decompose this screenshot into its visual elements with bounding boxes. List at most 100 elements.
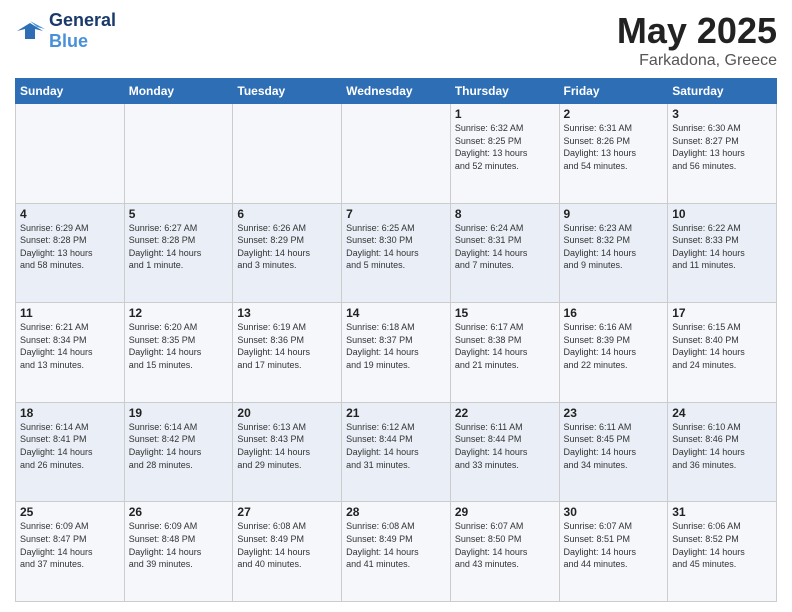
day-info-19: Sunrise: 6:14 AM Sunset: 8:42 PM Dayligh… (129, 421, 229, 471)
month-title: May 2025 (617, 10, 777, 52)
cell-w4-d5: 23Sunrise: 6:11 AM Sunset: 8:45 PM Dayli… (559, 402, 668, 502)
cell-w5-d2: 27Sunrise: 6:08 AM Sunset: 8:49 PM Dayli… (233, 502, 342, 602)
cell-w3-d1: 12Sunrise: 6:20 AM Sunset: 8:35 PM Dayli… (124, 303, 233, 403)
cell-w4-d3: 21Sunrise: 6:12 AM Sunset: 8:44 PM Dayli… (342, 402, 451, 502)
cell-w3-d3: 14Sunrise: 6:18 AM Sunset: 8:37 PM Dayli… (342, 303, 451, 403)
day-info-12: Sunrise: 6:20 AM Sunset: 8:35 PM Dayligh… (129, 321, 229, 371)
day-info-24: Sunrise: 6:10 AM Sunset: 8:46 PM Dayligh… (672, 421, 772, 471)
day-number-12: 12 (129, 306, 229, 320)
cell-w3-d0: 11Sunrise: 6:21 AM Sunset: 8:34 PM Dayli… (16, 303, 125, 403)
cell-w1-d1 (124, 104, 233, 204)
col-sunday: Sunday (16, 79, 125, 104)
col-friday: Friday (559, 79, 668, 104)
day-number-25: 25 (20, 505, 120, 519)
col-monday: Monday (124, 79, 233, 104)
cell-w2-d4: 8Sunrise: 6:24 AM Sunset: 8:31 PM Daylig… (450, 203, 559, 303)
day-info-29: Sunrise: 6:07 AM Sunset: 8:50 PM Dayligh… (455, 520, 555, 570)
day-info-17: Sunrise: 6:15 AM Sunset: 8:40 PM Dayligh… (672, 321, 772, 371)
day-number-11: 11 (20, 306, 120, 320)
day-info-13: Sunrise: 6:19 AM Sunset: 8:36 PM Dayligh… (237, 321, 337, 371)
day-number-23: 23 (564, 406, 664, 420)
day-number-19: 19 (129, 406, 229, 420)
cell-w5-d0: 25Sunrise: 6:09 AM Sunset: 8:47 PM Dayli… (16, 502, 125, 602)
day-number-4: 4 (20, 207, 120, 221)
logo-bird-icon (15, 19, 45, 43)
logo-general: General (49, 10, 116, 31)
page: General Blue May 2025 Farkadona, Greece … (0, 0, 792, 612)
cell-w2-d0: 4Sunrise: 6:29 AM Sunset: 8:28 PM Daylig… (16, 203, 125, 303)
cell-w3-d6: 17Sunrise: 6:15 AM Sunset: 8:40 PM Dayli… (668, 303, 777, 403)
calendar-body: 1Sunrise: 6:32 AM Sunset: 8:25 PM Daylig… (16, 104, 777, 602)
day-number-27: 27 (237, 505, 337, 519)
week-row-4: 18Sunrise: 6:14 AM Sunset: 8:41 PM Dayli… (16, 402, 777, 502)
day-number-18: 18 (20, 406, 120, 420)
day-number-31: 31 (672, 505, 772, 519)
cell-w5-d1: 26Sunrise: 6:09 AM Sunset: 8:48 PM Dayli… (124, 502, 233, 602)
day-info-5: Sunrise: 6:27 AM Sunset: 8:28 PM Dayligh… (129, 222, 229, 272)
day-info-28: Sunrise: 6:08 AM Sunset: 8:49 PM Dayligh… (346, 520, 446, 570)
logo-blue: Blue (49, 31, 116, 52)
day-number-13: 13 (237, 306, 337, 320)
weekday-header-row: Sunday Monday Tuesday Wednesday Thursday… (16, 79, 777, 104)
day-info-21: Sunrise: 6:12 AM Sunset: 8:44 PM Dayligh… (346, 421, 446, 471)
cell-w4-d4: 22Sunrise: 6:11 AM Sunset: 8:44 PM Dayli… (450, 402, 559, 502)
week-row-5: 25Sunrise: 6:09 AM Sunset: 8:47 PM Dayli… (16, 502, 777, 602)
cell-w2-d6: 10Sunrise: 6:22 AM Sunset: 8:33 PM Dayli… (668, 203, 777, 303)
cell-w2-d2: 6Sunrise: 6:26 AM Sunset: 8:29 PM Daylig… (233, 203, 342, 303)
cell-w3-d4: 15Sunrise: 6:17 AM Sunset: 8:38 PM Dayli… (450, 303, 559, 403)
col-wednesday: Wednesday (342, 79, 451, 104)
day-number-7: 7 (346, 207, 446, 221)
week-row-1: 1Sunrise: 6:32 AM Sunset: 8:25 PM Daylig… (16, 104, 777, 204)
day-number-15: 15 (455, 306, 555, 320)
title-block: May 2025 Farkadona, Greece (617, 10, 777, 70)
calendar: Sunday Monday Tuesday Wednesday Thursday… (15, 78, 777, 602)
day-info-3: Sunrise: 6:30 AM Sunset: 8:27 PM Dayligh… (672, 122, 772, 172)
cell-w1-d3 (342, 104, 451, 204)
day-info-10: Sunrise: 6:22 AM Sunset: 8:33 PM Dayligh… (672, 222, 772, 272)
day-number-17: 17 (672, 306, 772, 320)
day-number-8: 8 (455, 207, 555, 221)
col-tuesday: Tuesday (233, 79, 342, 104)
calendar-header: Sunday Monday Tuesday Wednesday Thursday… (16, 79, 777, 104)
day-info-27: Sunrise: 6:08 AM Sunset: 8:49 PM Dayligh… (237, 520, 337, 570)
day-info-2: Sunrise: 6:31 AM Sunset: 8:26 PM Dayligh… (564, 122, 664, 172)
cell-w1-d6: 3Sunrise: 6:30 AM Sunset: 8:27 PM Daylig… (668, 104, 777, 204)
day-info-16: Sunrise: 6:16 AM Sunset: 8:39 PM Dayligh… (564, 321, 664, 371)
cell-w4-d6: 24Sunrise: 6:10 AM Sunset: 8:46 PM Dayli… (668, 402, 777, 502)
logo-text: General Blue (49, 10, 116, 52)
day-info-9: Sunrise: 6:23 AM Sunset: 8:32 PM Dayligh… (564, 222, 664, 272)
cell-w1-d0 (16, 104, 125, 204)
day-info-15: Sunrise: 6:17 AM Sunset: 8:38 PM Dayligh… (455, 321, 555, 371)
week-row-2: 4Sunrise: 6:29 AM Sunset: 8:28 PM Daylig… (16, 203, 777, 303)
day-info-6: Sunrise: 6:26 AM Sunset: 8:29 PM Dayligh… (237, 222, 337, 272)
cell-w4-d0: 18Sunrise: 6:14 AM Sunset: 8:41 PM Dayli… (16, 402, 125, 502)
day-info-30: Sunrise: 6:07 AM Sunset: 8:51 PM Dayligh… (564, 520, 664, 570)
cell-w5-d3: 28Sunrise: 6:08 AM Sunset: 8:49 PM Dayli… (342, 502, 451, 602)
cell-w4-d2: 20Sunrise: 6:13 AM Sunset: 8:43 PM Dayli… (233, 402, 342, 502)
day-number-6: 6 (237, 207, 337, 221)
logo: General Blue (15, 10, 116, 52)
cell-w3-d5: 16Sunrise: 6:16 AM Sunset: 8:39 PM Dayli… (559, 303, 668, 403)
cell-w2-d5: 9Sunrise: 6:23 AM Sunset: 8:32 PM Daylig… (559, 203, 668, 303)
day-number-28: 28 (346, 505, 446, 519)
header: General Blue May 2025 Farkadona, Greece (15, 10, 777, 70)
day-number-16: 16 (564, 306, 664, 320)
day-number-1: 1 (455, 107, 555, 121)
day-info-7: Sunrise: 6:25 AM Sunset: 8:30 PM Dayligh… (346, 222, 446, 272)
day-number-22: 22 (455, 406, 555, 420)
day-info-1: Sunrise: 6:32 AM Sunset: 8:25 PM Dayligh… (455, 122, 555, 172)
cell-w1-d5: 2Sunrise: 6:31 AM Sunset: 8:26 PM Daylig… (559, 104, 668, 204)
day-info-20: Sunrise: 6:13 AM Sunset: 8:43 PM Dayligh… (237, 421, 337, 471)
day-number-14: 14 (346, 306, 446, 320)
cell-w1-d2 (233, 104, 342, 204)
day-info-23: Sunrise: 6:11 AM Sunset: 8:45 PM Dayligh… (564, 421, 664, 471)
day-number-9: 9 (564, 207, 664, 221)
day-info-14: Sunrise: 6:18 AM Sunset: 8:37 PM Dayligh… (346, 321, 446, 371)
day-info-4: Sunrise: 6:29 AM Sunset: 8:28 PM Dayligh… (20, 222, 120, 272)
day-number-2: 2 (564, 107, 664, 121)
col-thursday: Thursday (450, 79, 559, 104)
day-info-26: Sunrise: 6:09 AM Sunset: 8:48 PM Dayligh… (129, 520, 229, 570)
day-number-10: 10 (672, 207, 772, 221)
day-number-5: 5 (129, 207, 229, 221)
day-number-3: 3 (672, 107, 772, 121)
